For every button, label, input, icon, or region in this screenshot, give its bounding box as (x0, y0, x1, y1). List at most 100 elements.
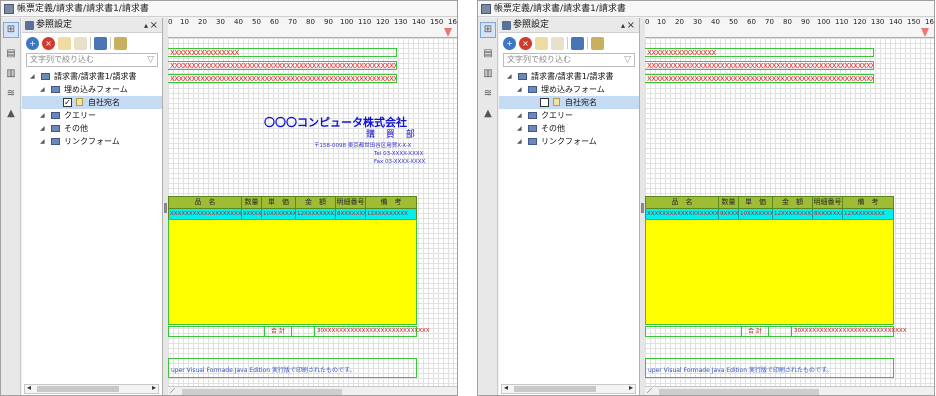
column-header[interactable]: 単 価 (738, 197, 772, 208)
tree-node-query[interactable]: ◢ クエリー (499, 109, 639, 122)
column-header[interactable]: 金 額 (772, 197, 812, 208)
document-icon[interactable]: ▤ (3, 46, 19, 62)
splitter-grip[interactable] (164, 203, 167, 213)
warning-icon[interactable]: ▲ (480, 106, 496, 122)
table-cell[interactable]: 10XXXXXXXX (738, 209, 772, 219)
column-header[interactable]: 品 名 (169, 197, 241, 208)
find-icon[interactable] (94, 36, 107, 50)
table-cell[interactable]: XXXXXXXXXXXXXXXXXXXXXXXX (169, 209, 241, 219)
tree-view-icon[interactable]: ⊞ (480, 22, 496, 38)
tree-node-embedded[interactable]: ◢ 埋め込みフォーム (22, 83, 162, 96)
collapse-icon[interactable]: ◢ (517, 122, 522, 135)
collapse-icon[interactable]: ◢ (40, 83, 45, 96)
delete-icon[interactable]: × (519, 36, 532, 50)
page-icon[interactable]: ▥ (3, 66, 19, 82)
scroll-right-icon[interactable]: ▸ (152, 383, 156, 392)
scroll-right-icon[interactable]: ▸ (629, 383, 633, 392)
layers-icon[interactable]: ≋ (480, 86, 496, 102)
column-header[interactable]: 品 名 (646, 197, 718, 208)
column-header[interactable]: 備 考 (365, 197, 416, 208)
tree-node-embedded[interactable]: ◢ 埋め込みフォーム (499, 83, 639, 96)
design-canvas[interactable]: 0 10 20 30 40 50 60 70 80 90 100 110 120… (168, 18, 457, 395)
total-label[interactable]: 合 計 (741, 327, 769, 336)
column-header[interactable]: 数量 (241, 197, 261, 208)
document-icon[interactable]: ▤ (480, 46, 496, 62)
total-value[interactable]: 30XXXXXXXXXXXXXXXXXXXXXXXXXXXX (791, 327, 907, 336)
column-header[interactable]: 単 価 (261, 197, 295, 208)
column-header[interactable]: 備 考 (842, 197, 893, 208)
tree-node-query[interactable]: ◢ クエリー (22, 109, 162, 122)
xx-line[interactable]: XXXXXXXXXXXXXXXXXXXXXXXXXXXXXXXXXXXXXXXX… (168, 61, 397, 70)
detail-area[interactable] (168, 219, 417, 325)
panel-hscrollbar[interactable]: ◂ ▸ (501, 383, 636, 394)
tree-node-company[interactable]: ✓ 自社宛名 (22, 96, 162, 109)
collapse-icon[interactable]: ◢ (517, 109, 522, 122)
include-checkbox[interactable] (540, 98, 549, 107)
footer-box[interactable]: uper Visual Formade Java Edition 実行版で印刷さ… (645, 358, 894, 378)
collapse-icon[interactable]: ◢ (517, 83, 522, 96)
paste-icon[interactable] (551, 36, 564, 50)
include-checkbox[interactable]: ✓ (63, 98, 72, 107)
scroll-left-icon[interactable]: ◂ (27, 383, 31, 392)
delete-icon[interactable]: × (42, 36, 55, 50)
page-icon[interactable]: ▥ (480, 66, 496, 82)
scroll-left-icon[interactable]: ◂ (504, 383, 508, 392)
sheet-tab-icon[interactable]: ⟋ (170, 387, 180, 395)
column-header[interactable]: 金 額 (295, 197, 335, 208)
xx-line[interactable]: XXXXXXXXXXXXXXXXXXXXXXXXXXXXXXXXXXXXXXXX… (645, 74, 874, 83)
tel-line[interactable]: Tel 03-XXXX-XXXX (374, 151, 423, 157)
tree-node-company[interactable]: 自社宛名 (499, 96, 639, 109)
tree-node-root[interactable]: ◢ 請求書/請求書1/請求書 (499, 70, 639, 83)
detail-area[interactable] (645, 219, 894, 325)
collapse-icon[interactable]: ◢ (40, 122, 45, 135)
collapse-icon[interactable]: ◢ (507, 70, 512, 83)
close-icon[interactable]: × (150, 18, 158, 33)
tree-view-icon[interactable]: ⊞ (3, 22, 19, 38)
xx-line[interactable]: XXXXXXXXXXXXXXXX (168, 48, 397, 57)
footer-box[interactable]: uper Visual Formade Java Edition 実行版で印刷さ… (168, 358, 417, 378)
design-canvas[interactable]: 0 10 20 30 40 50 60 70 80 90 100 110 120… (645, 18, 934, 395)
column-header[interactable]: 数量 (718, 197, 738, 208)
close-icon[interactable]: × (627, 18, 635, 33)
tree-node-link[interactable]: ◢ リンクフォーム (22, 135, 162, 148)
table-cell[interactable]: 8XXXXXXX (812, 209, 842, 219)
filter-input[interactable]: 文字列で絞り込む ▽ (503, 53, 635, 67)
panel-hscrollbar[interactable]: ◂ ▸ (24, 383, 159, 394)
properties-icon[interactable] (114, 36, 127, 50)
address[interactable]: 〒158-0098 東京都世田谷区用賀X-X-X (314, 141, 411, 149)
table-cell[interactable]: 12XXXXXXXXX (772, 209, 812, 219)
total-value[interactable]: 30XXXXXXXXXXXXXXXXXXXXXXXXXXXX (314, 327, 430, 336)
tree-node-link[interactable]: ◢ リンクフォーム (499, 135, 639, 148)
scroll-thumb[interactable] (37, 386, 119, 392)
ruler-pointer[interactable] (444, 28, 452, 37)
table-cell[interactable]: 12XXXXXXXXX (295, 209, 335, 219)
collapse-icon[interactable]: ◢ (40, 135, 45, 148)
filter-icon[interactable]: ▽ (624, 54, 631, 66)
table-cell[interactable]: 12XXXXXXXXX (365, 209, 416, 219)
add-icon[interactable]: + (26, 36, 39, 50)
collapse-icon[interactable]: ◢ (30, 70, 35, 83)
total-label[interactable]: 合 計 (264, 327, 292, 336)
tree-node-root[interactable]: ◢ 請求書/請求書1/請求書 (22, 70, 162, 83)
canvas-hscrollbar[interactable]: ⟋ (168, 386, 457, 395)
properties-icon[interactable] (591, 36, 604, 50)
pin-icon[interactable]: ▴ (621, 18, 625, 33)
xx-line[interactable]: XXXXXXXXXXXXXXXXXXXXXXXXXXXXXXXXXXXXXXXX… (645, 61, 874, 70)
find-icon[interactable] (571, 36, 584, 50)
table-cell[interactable]: 12XXXXXXXXX (842, 209, 893, 219)
cut-icon[interactable] (535, 36, 548, 50)
pin-icon[interactable]: ▴ (144, 18, 148, 33)
layers-icon[interactable]: ≋ (3, 86, 19, 102)
table-cell[interactable]: XXXXXXXXXXXXXXXXXXXXXXXX (646, 209, 718, 219)
scroll-thumb[interactable] (514, 386, 596, 392)
sheet-tab-icon[interactable]: ⟋ (647, 387, 657, 395)
column-header[interactable]: 明細番号 (812, 197, 842, 208)
scroll-thumb[interactable] (659, 389, 819, 395)
column-header[interactable]: 明細番号 (335, 197, 365, 208)
table-cell[interactable]: 10XXXXXXXX (261, 209, 295, 219)
paste-icon[interactable] (74, 36, 87, 50)
add-icon[interactable]: + (503, 36, 516, 50)
fax-line[interactable]: Fax 03-XXXX-XXXX (374, 159, 425, 165)
table-cell[interactable]: 8XXXXXXX (335, 209, 365, 219)
xx-line[interactable]: XXXXXXXXXXXXXXXX (645, 48, 874, 57)
